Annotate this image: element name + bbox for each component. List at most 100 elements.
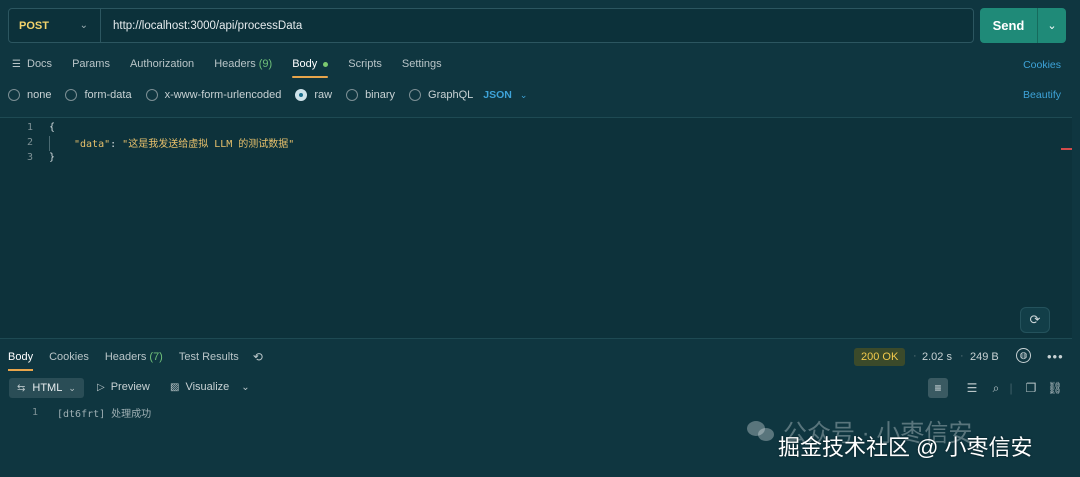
scrollbar-marker — [1061, 148, 1072, 150]
chevron-down-icon: ⌄ — [68, 382, 76, 393]
tab-docs-label: Docs — [27, 58, 53, 70]
request-body-editor[interactable] — [0, 117, 1072, 339]
preview-button[interactable]: ▷ Preview — [97, 381, 150, 393]
line-number: 3 — [26, 152, 33, 163]
globe-icon[interactable]: ◍ — [1016, 348, 1031, 363]
code-text: } — [49, 152, 56, 163]
radio-form-data[interactable]: form-data — [65, 89, 132, 101]
response-tab-headers[interactable]: Headers (7) — [97, 345, 171, 369]
more-options-icon[interactable]: ••• — [1047, 349, 1064, 364]
radio-none[interactable]: none — [8, 89, 51, 101]
visualize-label: Visualize — [185, 381, 230, 393]
cookies-link[interactable]: Cookies — [1023, 59, 1061, 71]
link-icon[interactable]: ⛓ — [1045, 378, 1065, 398]
url-input[interactable]: http://localhost:3000/api/processData — [101, 20, 302, 32]
play-icon: ▷ — [97, 381, 105, 393]
request-tabs: ☰ Docs Params Authorization Headers (9) … — [10, 52, 452, 78]
code-text: "data": "这是我发送给虚拟 LLM 的测试数据" — [74, 135, 294, 150]
tab-headers-label: Headers — [214, 58, 256, 70]
json-separator: : — [110, 139, 123, 150]
search-icon[interactable]: ⌕ — [986, 378, 1006, 398]
preview-label: Preview — [110, 381, 150, 393]
tab-docs[interactable]: ☰ Docs — [10, 52, 62, 76]
response-tab-cookies[interactable]: Cookies — [41, 345, 97, 369]
radio-urlencoded[interactable]: x-www-form-urlencoded — [145, 89, 282, 101]
meta-divider: · — [913, 350, 917, 362]
tab-scripts[interactable]: Scripts — [338, 52, 392, 76]
radio-form-data-label: form-data — [84, 89, 132, 101]
tab-authorization-label: Authorization — [129, 58, 195, 70]
beautify-link[interactable]: Beautify — [1023, 89, 1061, 101]
wechat-icon — [747, 419, 775, 443]
radio-urlencoded-label: x-www-form-urlencoded — [164, 89, 282, 101]
meta-divider: · — [960, 350, 964, 362]
wrap-lines-icon: ⇆ — [17, 382, 26, 394]
method-label: POST — [19, 19, 49, 32]
json-key: "data" — [74, 139, 111, 150]
line-number: 1 — [31, 406, 38, 418]
raw-format-select[interactable]: JSON ⌄ — [483, 89, 527, 101]
docs-icon: ☰ — [12, 58, 21, 70]
response-tab-body[interactable]: Body — [0, 345, 41, 371]
response-headers-count: (7) — [149, 351, 163, 363]
response-tab-headers-label: Headers — [104, 351, 147, 363]
chevron-down-icon: ⌄ — [79, 20, 88, 31]
tab-body-label: Body — [292, 58, 318, 70]
send-options-chevron-icon[interactable]: ⌄ — [1037, 8, 1066, 43]
radio-raw-label: raw — [314, 89, 333, 101]
code-text: { — [49, 122, 56, 133]
tab-settings-label: Settings — [401, 58, 442, 70]
history-toggle-icon[interactable]: ⟳ — [1020, 307, 1050, 333]
radio-raw[interactable]: raw — [295, 89, 332, 101]
tab-authorization[interactable]: Authorization — [120, 52, 204, 76]
chevron-down-icon: ⌄ — [241, 381, 250, 393]
body-type-radios: none form-data x-www-form-urlencoded raw… — [8, 86, 527, 104]
watermark-juejin: 掘金技术社区 @ 小枣信安 — [778, 435, 1033, 460]
tab-params-label: Params — [72, 58, 110, 70]
response-tab-test-results-label: Test Results — [178, 351, 239, 363]
editor-line: 1 { — [0, 120, 55, 135]
editor-line: 3 } — [0, 150, 55, 165]
history-icon[interactable]: ⟲ — [253, 350, 263, 364]
copy-icon[interactable]: ❐ — [1021, 378, 1041, 398]
response-tab-body-label: Body — [8, 351, 34, 363]
tab-body[interactable]: Body — [282, 52, 338, 78]
response-time[interactable]: 2.02 s — [922, 351, 952, 363]
toolbar-divider: | — [1009, 381, 1013, 395]
response-size[interactable]: 249 B — [970, 351, 999, 363]
wrap-text-icon[interactable]: ≡ — [928, 378, 948, 398]
image-icon: ▨ — [170, 381, 180, 393]
tab-headers[interactable]: Headers (9) — [204, 52, 282, 76]
url-bar: POST ⌄ http://localhost:3000/api/process… — [8, 8, 974, 43]
response-format-select[interactable]: ⇆ HTML ⌄ — [9, 378, 84, 398]
response-tab-cookies-label: Cookies — [49, 351, 89, 363]
response-text: [dt6frt] 处理成功 — [57, 408, 152, 420]
body-modified-dot — [323, 61, 329, 67]
radio-circle — [346, 89, 359, 101]
tab-settings[interactable]: Settings — [392, 52, 452, 76]
radio-circle — [409, 89, 422, 101]
response-line: 1 [dt6frt] 处理成功 — [0, 405, 152, 420]
radio-circle — [8, 89, 20, 101]
headers-count: (9) — [258, 58, 273, 70]
response-format-label: HTML — [32, 382, 63, 394]
send-button-group: Send ⌄ — [980, 8, 1066, 43]
radio-binary-label: binary — [365, 89, 396, 101]
editor-line: 2 "data": "这是我发送给虚拟 LLM 的测试数据" — [0, 135, 294, 150]
method-select[interactable]: POST ⌄ — [9, 9, 101, 42]
raw-format-label: JSON — [483, 89, 512, 101]
response-tab-test-results[interactable]: Test Results — [171, 345, 247, 369]
line-number: 1 — [26, 122, 33, 133]
tab-params[interactable]: Params — [62, 52, 120, 76]
status-badge[interactable]: 200 OK — [854, 348, 906, 366]
tab-scripts-label: Scripts — [348, 58, 382, 70]
radio-graphql-label: GraphQL — [428, 89, 474, 101]
visualize-button[interactable]: ▨ Visualize ⌄ — [170, 381, 250, 393]
radio-none-label: none — [27, 89, 52, 101]
send-button[interactable]: Send — [980, 18, 1037, 33]
response-tabs: Body Cookies Headers (7) Test Results ⟲ — [0, 345, 263, 371]
filter-icon[interactable]: ☰ — [962, 378, 982, 398]
radio-graphql[interactable]: GraphQL — [409, 89, 473, 101]
radio-binary[interactable]: binary — [346, 89, 395, 101]
chevron-down-icon: ⌄ — [519, 89, 528, 100]
